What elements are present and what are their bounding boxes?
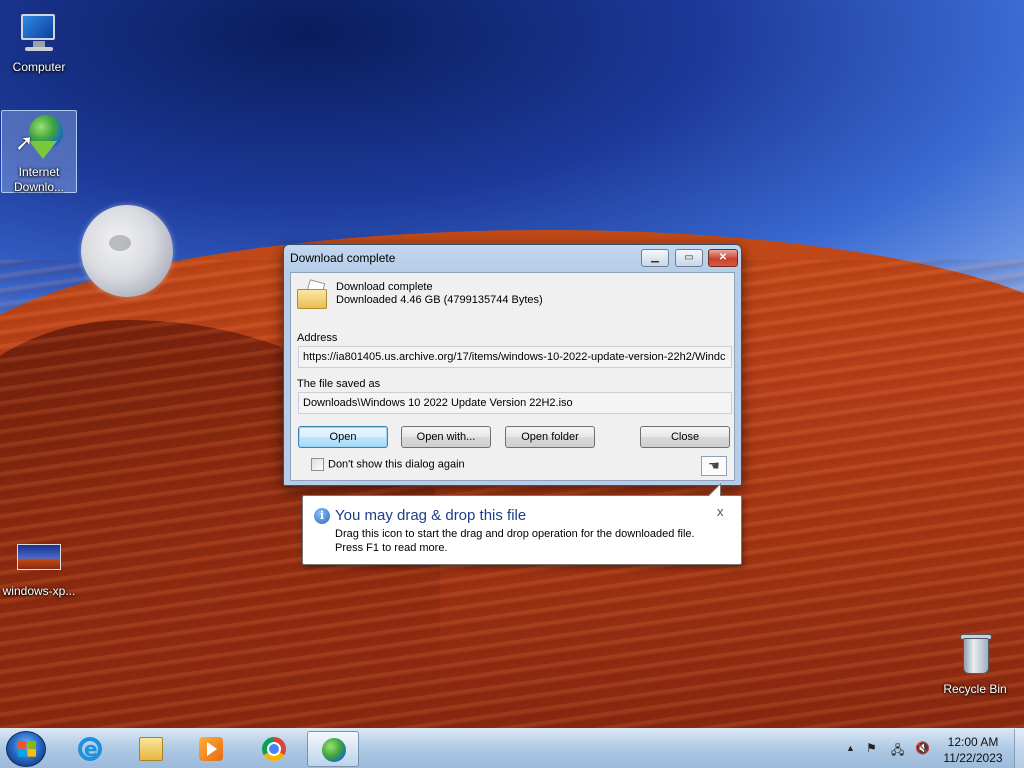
address-field[interactable]: https://ia801405.us.archive.org/17/items…	[298, 346, 732, 368]
idm-icon: ➚	[15, 115, 63, 163]
desktop-icon-internet-download-manager[interactable]: ➚ Internet Downlo...	[1, 110, 77, 194]
close-icon: ✕	[718, 252, 728, 263]
tooltip-title: You may drag & drop this file	[335, 507, 527, 524]
title-bar[interactable]: Download complete ▁ ▭ ✕	[284, 245, 741, 271]
desktop-icon-label: windows-xp...	[2, 584, 76, 598]
dont-show-again-checkbox[interactable]	[311, 458, 324, 471]
volume-muted-icon[interactable]: 🔇	[915, 741, 930, 755]
drag-drop-tooltip: i You may drag & drop this file Drag thi…	[302, 483, 742, 565]
start-button[interactable]	[6, 731, 46, 767]
taskbar-chrome[interactable]	[248, 731, 300, 767]
media-player-icon	[199, 737, 223, 761]
system-clock[interactable]: 12:00 AM 11/22/2023	[935, 734, 1011, 766]
open-button[interactable]: Open	[298, 426, 388, 448]
tooltip-close-icon[interactable]: x	[717, 504, 724, 519]
minimize-button[interactable]: ▁	[641, 249, 669, 267]
desktop-icon-label: Internet Downlo...	[13, 165, 65, 194]
dont-show-again-label: Don't show this dialog again	[328, 458, 465, 471]
taskbar: ▲ ⚑ 🖧 🔇 12:00 AM 11/22/2023	[0, 728, 1024, 768]
action-center-flag-icon[interactable]: ⚑	[866, 741, 877, 755]
internet-explorer-icon	[78, 737, 102, 761]
show-desktop-button[interactable]	[1014, 729, 1024, 768]
dont-show-again-row[interactable]: Don't show this dialog again	[311, 458, 465, 471]
tooltip-help-text: Press F1 to read more.	[335, 542, 448, 554]
taskbar-windows-explorer[interactable]	[125, 731, 177, 767]
close-button[interactable]: Close	[640, 426, 730, 448]
open-with-button[interactable]: Open with...	[401, 426, 491, 448]
taskbar-internet-download-manager[interactable]	[307, 731, 359, 767]
hand-drag-icon: ☚	[708, 458, 720, 473]
drag-drop-handle[interactable]: ☚	[701, 456, 727, 476]
desktop: Computer ➚ Internet Downlo... windows-xp…	[0, 0, 1024, 728]
status-text: Download complete	[336, 281, 433, 293]
maximize-icon: ▭	[684, 252, 694, 263]
folder-icon	[139, 737, 163, 761]
desktop-icon-recycle-bin[interactable]: Recycle Bin	[937, 628, 1013, 698]
address-label: Address	[297, 332, 338, 344]
clock-time: 12:00 AM	[947, 735, 999, 749]
desktop-icon-computer[interactable]: Computer	[1, 6, 77, 78]
chrome-icon	[262, 737, 286, 761]
recycle-bin-icon	[951, 632, 999, 680]
open-folder-button[interactable]: Open folder	[505, 426, 595, 448]
idm-icon	[322, 738, 346, 762]
desktop-icon-label: Computer	[12, 60, 66, 74]
taskbar-media-player[interactable]	[185, 731, 237, 767]
window-title: Download complete	[290, 251, 396, 265]
tooltip-text: Drag this icon to start the drag and dro…	[335, 528, 695, 540]
taskbar-internet-explorer[interactable]	[64, 731, 116, 767]
image-file-icon	[15, 534, 63, 582]
downloaded-size-text: Downloaded 4.46 GB (4799135744 Bytes)	[336, 294, 543, 306]
desktop-icon-windows-xp[interactable]: windows-xp...	[1, 530, 77, 598]
show-hidden-icons-button[interactable]: ▲	[846, 743, 855, 753]
maximize-button[interactable]: ▭	[675, 249, 703, 267]
open-folder-icon	[297, 279, 329, 311]
minimize-icon: ▁	[651, 252, 659, 263]
computer-icon	[15, 10, 63, 58]
wallpaper-moon	[81, 205, 173, 297]
windows-logo-icon	[18, 741, 36, 757]
download-complete-dialog: Download complete ▁ ▭ ✕ Download complet…	[283, 244, 742, 486]
clock-date: 11/22/2023	[943, 751, 1003, 765]
desktop-icon-label: Recycle Bin	[943, 682, 1007, 696]
info-icon: i	[314, 508, 330, 524]
saved-as-label: The file saved as	[297, 378, 381, 390]
network-icon[interactable]: 🖧	[891, 741, 904, 762]
saved-as-field[interactable]: Downloads\Windows 10 2022 Update Version…	[298, 392, 732, 414]
window-close-button[interactable]: ✕	[708, 249, 738, 267]
dialog-body: Download complete Downloaded 4.46 GB (47…	[290, 272, 735, 481]
